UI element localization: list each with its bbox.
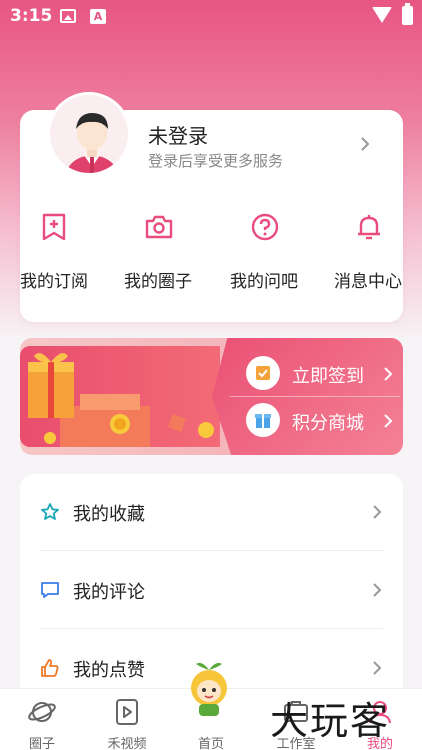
quick-action-label: 消息中心 [334,272,402,292]
points-banner: 立即签到 积分商城 [20,338,403,455]
quick-action-messages[interactable]: 消息中心 [318,212,418,298]
menu-item-label: 我的收藏 [73,504,145,525]
gift-illustration-icon [28,353,214,447]
question-icon [251,213,279,241]
quick-actions: 我的订阅 我的圈子 我的问吧 消息中心 [20,212,403,302]
nav-item-label: 圈子 [28,737,55,750]
a-icon: A [90,9,106,24]
login-row[interactable]: 未登录 登录后享受更多服务 [20,92,403,190]
checkin-label: 立即签到 [292,366,364,387]
quick-action-label: 我的问吧 [230,272,298,292]
menu-divider [40,550,383,551]
profile-card: 未登录 登录后享受更多服务 我的订阅 我的圈子 我的问吧 消息中心 [20,92,403,322]
quick-action-label: 我的订阅 [20,272,88,292]
nav-item-videos[interactable]: 禾视频 [97,689,157,750]
battery-icon [402,3,413,25]
points-mall-button[interactable]: 积分商城 [242,399,403,443]
home-mascot-icon[interactable] [184,658,234,720]
status-time: 3:15 [10,6,53,26]
quick-action-label: 我的圈子 [124,272,192,292]
banner-divider [230,396,400,397]
checkin-icon [246,356,280,390]
quick-action-subscriptions[interactable]: 我的订阅 [4,212,104,298]
quick-action-circles[interactable]: 我的圈子 [108,212,208,298]
banner-illustration [20,346,220,447]
gift-icon [246,403,280,437]
nav-item-circles[interactable]: 圈子 [12,689,72,750]
watermark-logo: 大玩客 [270,690,410,743]
watermark-text: 大玩客 [270,699,391,743]
status-bar: 3:15 A [0,0,422,34]
menu-item-favorites[interactable]: 我的收藏 [20,474,403,550]
bookmark-add-icon [42,213,66,241]
login-title: 未登录 [148,124,208,148]
planet-icon [28,702,56,722]
video-icon [116,699,138,725]
checkin-button[interactable]: 立即签到 [242,352,403,396]
avatar[interactable] [47,92,131,176]
chevron-right-icon [373,661,382,675]
chevron-right-icon [373,505,382,519]
star-icon [41,503,59,520]
chevron-right-icon [384,414,393,428]
camera-icon [145,215,173,239]
menu-item-comments[interactable]: 我的评论 [20,552,403,628]
nav-item-label: 禾视频 [107,737,147,750]
thumbs-up-icon [41,659,59,677]
chevron-right-icon [384,367,393,381]
chevron-right-icon [361,137,370,151]
nav-item-label: 首页 [197,737,224,750]
wifi-icon [372,7,392,23]
chevron-right-icon [373,583,382,597]
comment-icon [41,582,59,598]
menu-divider [40,628,383,629]
bell-icon [358,215,380,240]
menu-item-label: 我的评论 [73,582,145,603]
quick-action-questions[interactable]: 我的问吧 [214,212,314,298]
photo-icon [60,9,76,23]
menu-item-label: 我的点赞 [73,660,145,681]
points-mall-label: 积分商城 [292,413,364,434]
login-subtitle: 登录后享受更多服务 [148,152,284,170]
default-avatar-icon [50,95,128,173]
